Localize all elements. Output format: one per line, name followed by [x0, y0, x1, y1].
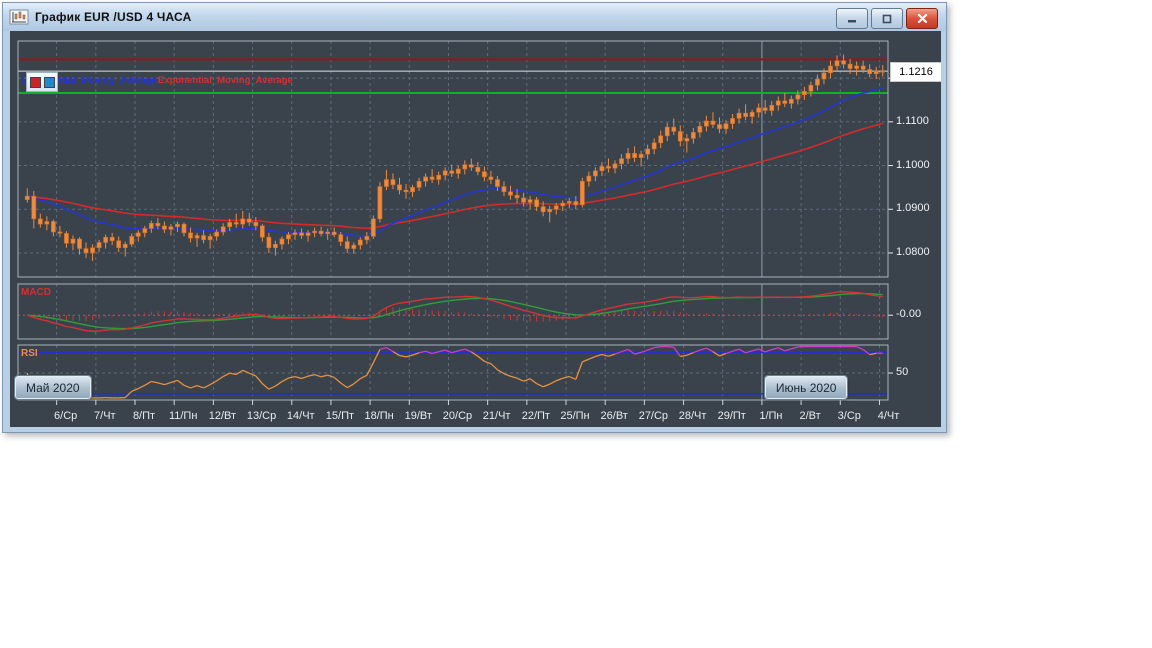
maximize-button[interactable] — [871, 8, 903, 29]
ema-fast-swatch[interactable] — [29, 76, 41, 88]
macd-zero-label: -0.00 — [896, 308, 922, 321]
time-tick-label: 6/Ср — [54, 410, 78, 422]
maximize-icon — [882, 14, 892, 23]
month-button-june[interactable]: Июнь 2020 — [763, 375, 849, 400]
time-tick-label: 3/Ср — [837, 410, 861, 422]
time-tick-label: 19/Вт — [404, 410, 432, 422]
minimize-button[interactable] — [836, 8, 868, 29]
ema-slow-swatch[interactable] — [43, 76, 55, 88]
current-price-label: 1.1216 — [890, 62, 942, 83]
time-tick-label: 15/Пт — [325, 410, 355, 422]
time-tick-label: 7/Чт — [94, 410, 116, 422]
price-tick-label: 1.1100 — [896, 114, 929, 127]
close-button[interactable] — [906, 8, 938, 29]
rsi-panel-label: RSI — [21, 348, 38, 359]
desktop: График EUR /USD 4 ЧАСА Exponential_Movin… — [0, 0, 1152, 648]
window-titlebar[interactable]: График EUR /USD 4 ЧАСА — [3, 3, 946, 31]
month-button-may[interactable]: Май 2020 — [14, 375, 92, 400]
time-tick-label: 26/Вт — [600, 410, 628, 422]
price-tick-label: 1.0900 — [896, 202, 930, 215]
time-tick-label: 8/Пт — [132, 410, 156, 422]
macd-panel-label: MACD — [21, 287, 51, 298]
time-tick-label: 21/Чт — [482, 410, 511, 422]
time-tick-label: 22/Пт — [521, 410, 550, 422]
time-tick-label: 29/Пт — [717, 410, 746, 422]
time-tick-label: 12/Вт — [208, 410, 237, 422]
time-tick-label: 25/Пн — [560, 410, 590, 422]
legend-ema-slow-label: Exponential_Moving_Average — [158, 75, 293, 86]
time-tick-label: 13/Ср — [246, 410, 277, 422]
time-tick-label: 11/Пн — [168, 410, 198, 422]
close-icon — [917, 14, 927, 23]
time-tick-label: 14/Чт — [286, 410, 315, 422]
chart-client-area: Exponential_Moving_Average Exponential_M… — [10, 31, 942, 427]
chart-window: График EUR /USD 4 ЧАСА Exponential_Movin… — [2, 2, 947, 433]
time-tick-label: 2/Вт — [799, 410, 821, 422]
candlestick-chart-icon — [9, 9, 29, 25]
legend-swatches — [26, 72, 58, 92]
time-tick-label: 1/Пн — [759, 410, 783, 422]
time-tick-label: 18/Пн — [364, 410, 394, 422]
window-title: График EUR /USD 4 ЧАСА — [35, 10, 192, 24]
time-tick-label: 20/Ср — [442, 410, 473, 422]
rsi-mid-label: 50 — [896, 366, 909, 379]
time-tick-label: 4/Чт — [877, 410, 900, 422]
price-chart-canvas[interactable] — [10, 31, 941, 427]
minimize-icon — [848, 19, 856, 22]
time-tick-label: 27/Ср — [638, 410, 669, 422]
time-tick-label: 28/Чт — [678, 410, 707, 422]
price-tick-label: 1.0800 — [896, 245, 930, 258]
price-tick-label: 1.1000 — [896, 158, 930, 171]
